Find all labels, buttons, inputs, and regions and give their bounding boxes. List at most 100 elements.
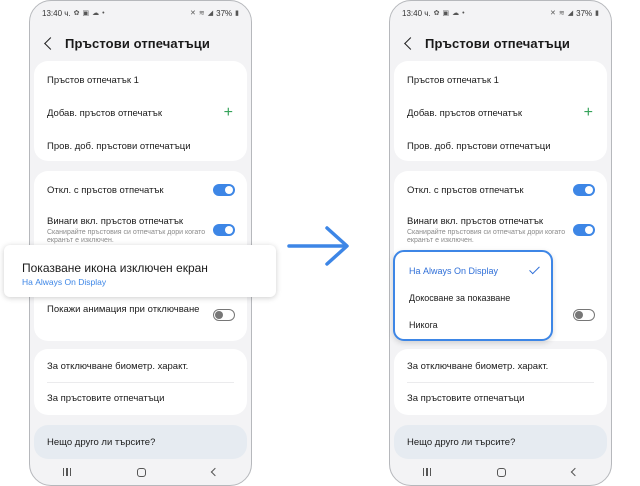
about-fingerprints-item[interactable]: За пръстовите отпечатъци [407,393,595,404]
nav-back-icon[interactable] [570,467,580,477]
unlock-animation-item[interactable]: Покажи анимация при отключване [47,304,207,315]
about-fingerprints-label: За пръстовите отпечатъци [47,393,165,404]
always-on-fingerprint-toggle[interactable] [213,224,235,236]
gallery-status-icon: ▣ [82,10,90,17]
settings-status-icon: ✿ [73,10,80,17]
unlock-animation-toggle[interactable] [213,309,235,321]
checkmark-icon [529,263,540,275]
aod-icon-options-dropdown: На Always On Display Докосване за показв… [393,250,553,341]
unlock-fingerprint-item[interactable]: Откл. с пръстов отпечатък [407,184,595,196]
add-fingerprint-label: Добав. пръстов отпечатък [47,108,162,119]
unlock-fingerprint-label: Откл. с пръстов отпечатък [47,185,164,196]
settings-status-icon: ✿ [433,10,440,17]
check-fingerprints-item[interactable]: Пров. доб. пръстови отпечатъци [47,141,235,152]
fingerprint-1-item[interactable]: Пръстов отпечатък 1 [407,75,595,86]
page-title: Пръстови отпечатъци [65,36,210,51]
about-biometrics-label: За отключване биометр. характ. [407,361,549,372]
signal-icon: ◢ [567,10,574,17]
looking-for-something-card[interactable]: Нещо друго ли търсите? [394,425,607,459]
plus-icon[interactable]: + [584,105,593,121]
page-header: Пръстови отпечатъци [400,36,570,51]
always-on-fingerprint-item[interactable]: Винаги вкл. пръстов отпечатък Сканирайте… [407,216,567,246]
always-on-fingerprint-desc: Сканирайте пръстовия си отпечатък дори к… [407,229,566,245]
unlock-fingerprint-toggle[interactable] [213,184,235,196]
status-bar: 13:40 ч. ✿ ▣ ☁ • ✕ ≋ ◢ 37% ▮ [42,7,239,19]
phone-screen: 13:40 ч. ✿ ▣ ☁ • ✕ ≋ ◢ 37% ▮ Пръстови от… [389,0,612,486]
about-card: За отключване биометр. характ. За пръсто… [394,349,607,415]
about-card: За отключване биометр. характ. За пръсто… [34,349,247,415]
recents-icon[interactable] [62,468,72,476]
wifi-icon: ≋ [558,10,565,17]
always-on-fingerprint-desc: Сканирайте пръстовия си отпечатък дори к… [47,229,206,245]
page-title: Пръстови отпечатъци [425,36,570,51]
add-fingerprint-item[interactable]: Добав. пръстов отпечатък + [407,105,595,121]
right-phone: 13:40 ч. ✿ ▣ ☁ • ✕ ≋ ◢ 37% ▮ Пръстови от… [389,0,612,486]
recents-icon[interactable] [422,468,432,476]
always-on-fingerprint-label: Винаги вкл. пръстов отпечатък [47,216,184,227]
back-arrow-icon[interactable] [404,37,417,50]
option-label: На Always On Display [409,266,499,276]
about-biometrics-item[interactable]: За отключване биометр. характ. [407,361,595,372]
back-arrow-icon[interactable] [44,37,57,50]
battery-icon: ▮ [595,10,599,17]
status-time: 13:40 ч. [402,8,431,18]
about-fingerprints-item[interactable]: За пръстовите отпечатъци [47,393,235,404]
battery-icon: ▮ [235,10,239,17]
aod-icon-setting-title: Показване икона изключен екран [22,261,208,275]
fingerprints-card: Пръстов отпечатък 1 Добав. пръстов отпеч… [394,61,607,161]
navigation-bar [390,465,611,479]
left-phone: 13:40 ч. ✿ ▣ ☁ • ✕ ≋ ◢ 37% ▮ Пръстови от… [29,0,252,486]
divider [47,382,234,383]
battery-level: 37% [576,8,593,18]
about-biometrics-item[interactable]: За отключване биометр. характ. [47,361,235,372]
fingerprint-1-label: Пръстов отпечатък 1 [407,75,499,86]
aod-icon-setting-callout[interactable]: Показване икона изключен екран На Always… [4,245,276,297]
mute-icon: ✕ [189,10,196,17]
option-label: Никога [409,320,438,330]
unlock-fingerprint-toggle[interactable] [573,184,595,196]
gallery-status-icon: ▣ [442,10,450,17]
option-label: Докосване за показване [409,293,511,303]
dot-status-icon: • [102,9,105,17]
always-on-fingerprint-toggle[interactable] [573,224,595,236]
cloud-status-icon: ☁ [452,10,460,17]
unlock-fingerprint-item[interactable]: Откл. с пръстов отпечатък [47,184,235,196]
nav-back-icon[interactable] [210,467,220,477]
looking-for-something-card[interactable]: Нещо друго ли търсите? [34,425,247,459]
add-fingerprint-item[interactable]: Добав. пръстов отпечатък + [47,105,235,121]
fingerprint-1-item[interactable]: Пръстов отпечатък 1 [47,75,235,86]
aod-icon-setting-value: На Always On Display [22,277,107,287]
home-icon[interactable] [497,467,507,477]
check-fingerprints-label: Пров. доб. пръстови отпечатъци [47,141,191,152]
page-header: Пръстови отпечатъци [40,36,210,51]
cloud-status-icon: ☁ [92,10,100,17]
add-fingerprint-label: Добав. пръстов отпечатък [407,108,522,119]
about-biometrics-label: За отключване биометр. характ. [47,361,189,372]
dot-status-icon: • [462,9,465,17]
battery-level: 37% [216,8,233,18]
check-fingerprints-label: Пров. доб. пръстови отпечатъци [407,141,551,152]
looking-for-something-label: Нещо друго ли търсите? [47,437,156,448]
plus-icon[interactable]: + [224,105,233,121]
fingerprints-card: Пръстов отпечатък 1 Добав. пръстов отпеч… [34,61,247,161]
fingerprint-1-label: Пръстов отпечатък 1 [47,75,139,86]
status-time: 13:40 ч. [42,8,71,18]
navigation-bar [30,465,251,479]
divider [407,382,594,383]
phone-screen: 13:40 ч. ✿ ▣ ☁ • ✕ ≋ ◢ 37% ▮ Пръстови от… [29,0,252,486]
unlock-animation-toggle[interactable] [573,309,595,321]
about-fingerprints-label: За пръстовите отпечатъци [407,393,525,404]
option-tap-to-show[interactable]: Докосване за показване [409,293,541,303]
signal-icon: ◢ [207,10,214,17]
home-icon[interactable] [137,467,147,477]
option-on-always-on-display[interactable]: На Always On Display [409,263,541,276]
wifi-icon: ≋ [198,10,205,17]
looking-for-something-label: Нещо друго ли търсите? [407,437,516,448]
always-on-fingerprint-item[interactable]: Винаги вкл. пръстов отпечатък Сканирайте… [47,216,207,246]
unlock-animation-label: Покажи анимация при отключване [47,304,200,315]
option-never[interactable]: Никога [409,320,541,330]
always-on-fingerprint-label: Винаги вкл. пръстов отпечатък [407,216,544,227]
status-bar: 13:40 ч. ✿ ▣ ☁ • ✕ ≋ ◢ 37% ▮ [402,7,599,19]
check-fingerprints-item[interactable]: Пров. доб. пръстови отпечатъци [407,141,595,152]
unlock-fingerprint-label: Откл. с пръстов отпечатък [407,185,524,196]
